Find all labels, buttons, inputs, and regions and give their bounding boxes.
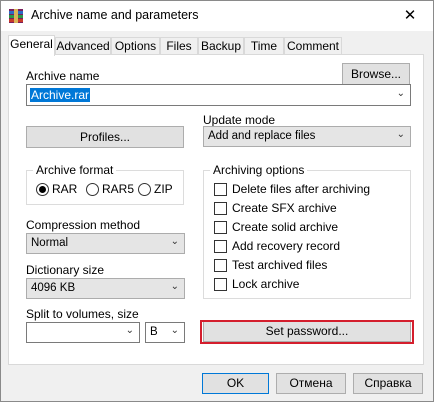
zip-label: ZIP: [154, 182, 173, 196]
archiving-options-group: Archiving options Delete files after arc…: [203, 163, 411, 299]
split-unit-value: B: [150, 326, 158, 338]
chevron-down-icon: ⌄: [170, 236, 179, 247]
recovery-record-label: Add recovery record: [232, 239, 341, 253]
profiles-button[interactable]: Profiles...: [26, 126, 184, 148]
chevron-down-icon: ⌄: [125, 325, 134, 336]
help-button[interactable]: Справка: [353, 373, 423, 394]
lock-archive-label: Lock archive: [232, 277, 300, 291]
update-mode-label: Update mode: [203, 113, 276, 127]
create-solid-checkbox[interactable]: [214, 221, 227, 234]
zip-radio[interactable]: [138, 183, 151, 196]
split-unit-select[interactable]: B ⌄: [145, 322, 185, 343]
cancel-button[interactable]: Отмена: [276, 373, 346, 394]
create-solid-label: Create solid archive: [232, 220, 339, 234]
general-tab-panel: Archive name Browse... Archive.rar ⌄ Pro…: [8, 54, 424, 365]
chevron-down-icon: ⌄: [396, 129, 405, 140]
archive-name-value: Archive.rar: [30, 88, 91, 102]
create-sfx-label: Create SFX archive: [232, 201, 337, 215]
lock-archive-checkbox[interactable]: [214, 278, 227, 291]
dictionary-value: 4096 KB: [31, 282, 76, 294]
close-button[interactable]: ✕: [387, 1, 433, 31]
archive-name-label: Archive name: [26, 69, 100, 83]
archiving-options-label: Archiving options: [210, 163, 308, 177]
chevron-down-icon: ⌄: [396, 88, 405, 99]
update-mode-value: Add and replace files: [208, 130, 316, 142]
close-icon: ✕: [403, 7, 417, 24]
split-label: Split to volumes, size: [26, 307, 139, 321]
delete-files-label: Delete files after archiving: [232, 182, 371, 196]
archive-format-label: Archive format: [33, 163, 117, 177]
chevron-down-icon: ⌄: [170, 281, 179, 292]
compression-value: Normal: [31, 237, 69, 249]
split-size-input[interactable]: ⌄: [26, 322, 140, 343]
archive-name-input[interactable]: Archive.rar ⌄: [26, 84, 411, 106]
compression-select[interactable]: Normal ⌄: [26, 233, 185, 254]
window-title: Archive name and parameters: [31, 8, 199, 22]
rar5-radio[interactable]: [86, 183, 99, 196]
test-files-label: Test archived files: [232, 258, 328, 272]
radio-dot: [39, 186, 46, 193]
ok-button[interactable]: OK: [202, 373, 269, 394]
tab-general[interactable]: General: [8, 35, 55, 56]
browse-button[interactable]: Browse...: [342, 63, 410, 85]
chevron-down-icon: ⌄: [170, 325, 179, 336]
winrar-icon: [9, 9, 23, 23]
rar5-label: RAR5: [102, 182, 135, 196]
create-sfx-checkbox[interactable]: [214, 202, 227, 215]
title-bar: Archive name and parameters ✕: [1, 1, 433, 31]
update-mode-select[interactable]: Add and replace files ⌄: [203, 126, 411, 147]
set-password-highlight: [200, 320, 414, 344]
recovery-record-checkbox[interactable]: [214, 240, 227, 253]
compression-label: Compression method: [26, 218, 141, 232]
dictionary-label: Dictionary size: [26, 263, 105, 277]
delete-files-checkbox[interactable]: [214, 183, 227, 196]
rar-label: RAR: [52, 182, 78, 196]
archive-format-group: Archive format RAR RAR5 ZIP: [26, 163, 184, 205]
dialog-window: Archive name and parameters ✕ General Ad…: [0, 0, 434, 402]
test-files-checkbox[interactable]: [214, 259, 227, 272]
dictionary-select[interactable]: 4096 KB ⌄: [26, 278, 185, 299]
rar-radio[interactable]: [36, 183, 49, 196]
